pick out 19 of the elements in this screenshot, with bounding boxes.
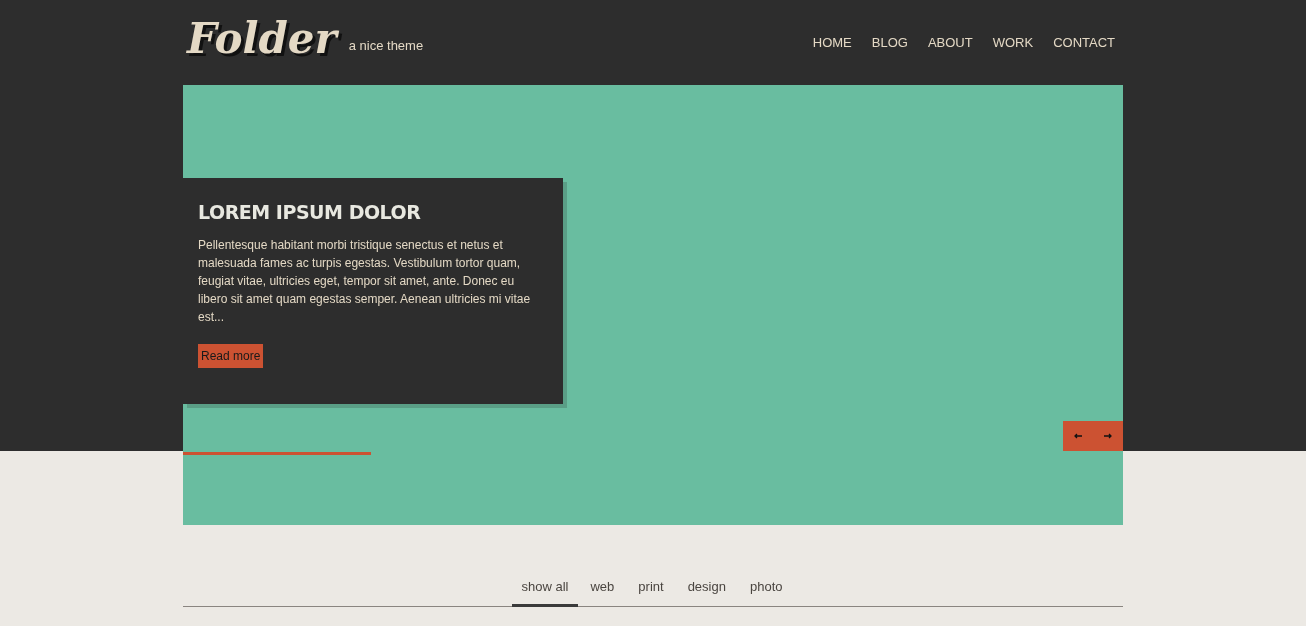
nav-link[interactable]: HOME [812, 32, 852, 53]
nav-link[interactable]: CONTACT [1053, 32, 1115, 53]
tagline: a nice theme [348, 37, 424, 55]
filter-tab[interactable]: design [675, 575, 738, 607]
logo[interactable]: Folder [187, 17, 337, 60]
arrow-right-icon [1104, 433, 1112, 439]
filter-tab[interactable]: web [578, 575, 627, 607]
read-more-button[interactable]: Read more [198, 344, 264, 368]
caption-title: LOREM IPSUM DOLOR [198, 200, 422, 224]
nav-link[interactable]: BLOG [871, 32, 908, 53]
filter-tab[interactable]: show all [511, 575, 579, 607]
arrow-left-icon [1074, 433, 1082, 439]
filter-tab[interactable]: photo [737, 575, 795, 607]
previous-button[interactable] [1063, 421, 1093, 451]
filter-tab[interactable]: print [626, 575, 676, 607]
caption-text: Pellentesque habitant morbi tristique senectus et netus et malesuada fames ac turpis egestas. Vestibulum tortor quam, feugiat vitae, ultricies eget, tempor sit amet, ante. Donec eu libero sit amet quam egestas semper. Aenean ultricies mi vitae est... [198, 237, 532, 326]
nav-link[interactable]: ABOUT [927, 32, 973, 53]
nav-link[interactable]: WORK [992, 32, 1034, 53]
next-button[interactable] [1093, 421, 1123, 451]
